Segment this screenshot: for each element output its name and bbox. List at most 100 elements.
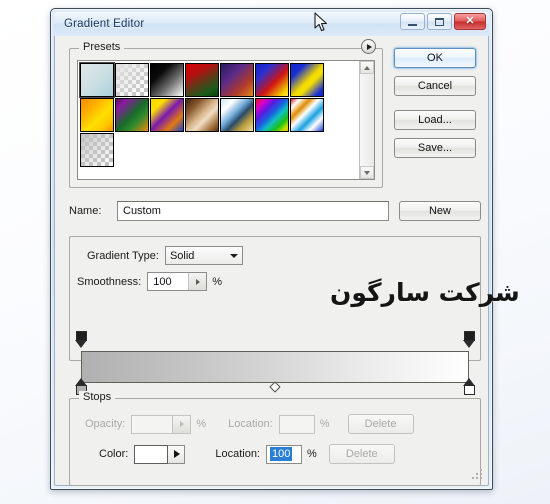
gradient-preview-strip[interactable]	[81, 351, 469, 383]
preset-swatch-fill	[81, 64, 113, 96]
preset-swatch-fill	[151, 99, 183, 131]
smoothness-stepper-arrow[interactable]	[188, 273, 207, 290]
opacity-stop-right[interactable]	[462, 331, 476, 348]
preset-swatch-copper[interactable]	[185, 98, 219, 132]
scroll-down-arrow-icon[interactable]	[360, 166, 374, 179]
dialog-client-area: Presets OK Cancel Load... Save... Name: …	[54, 36, 520, 486]
gradient-type-value: Solid	[169, 249, 195, 262]
opacity-location-field	[278, 414, 315, 434]
opacity-stop-row: Opacity: % Location: % Delete	[85, 414, 414, 434]
opacity-location-percent-label: %	[319, 418, 330, 430]
scroll-up-arrow-icon[interactable]	[360, 61, 374, 74]
color-stop-row: Color: Location: 100 % Delete	[99, 444, 395, 464]
name-label: Name:	[69, 205, 102, 217]
stops-frame	[69, 398, 481, 486]
preset-swatch-blue-red-yellow[interactable]	[255, 63, 289, 97]
preset-swatch-fill	[151, 64, 183, 96]
color-delete-button: Delete	[328, 444, 395, 464]
color-swatch[interactable]	[134, 444, 169, 464]
maximize-icon	[435, 17, 444, 26]
presets-list-box[interactable]	[77, 60, 375, 180]
chevron-down-icon	[229, 253, 238, 258]
gradient-preview-fill	[82, 352, 468, 382]
gradient-strip-area	[69, 331, 481, 395]
smoothness-label: Smoothness:	[77, 275, 142, 288]
preset-swatch-fill	[81, 99, 113, 131]
preset-swatch-fill	[256, 64, 288, 96]
preset-swatch-fill	[116, 64, 148, 96]
preset-swatch-fill	[116, 99, 148, 131]
preset-swatch-fill	[291, 64, 323, 96]
preset-swatch-grid	[78, 61, 359, 179]
color-stop-right[interactable]	[462, 378, 476, 395]
preset-swatch-spectrum[interactable]	[255, 98, 289, 132]
stop-handle-icon	[462, 331, 476, 348]
opacity-stepper-arrow	[172, 415, 191, 433]
preset-swatch-red-green[interactable]	[185, 63, 219, 97]
preset-swatch-transparent-stripes[interactable]	[80, 133, 114, 167]
color-label: Color:	[99, 448, 129, 460]
opacity-percent-label: %	[196, 418, 207, 430]
ok-button[interactable]: OK	[394, 48, 476, 68]
minimize-icon	[408, 23, 417, 26]
preset-swatch-fill	[186, 64, 218, 96]
close-button[interactable]: ✕	[454, 13, 486, 30]
preset-swatch-fill	[221, 64, 253, 96]
color-location-value: 100	[270, 447, 293, 461]
load-button[interactable]: Load...	[394, 110, 476, 130]
desktop-background: Gradient Editor ✕ Presets OK Cancel Load…	[0, 0, 550, 504]
minimize-button[interactable]	[400, 13, 425, 30]
window-title: Gradient Editor	[64, 18, 145, 30]
preset-swatch-orange-yellow-orange[interactable]	[80, 98, 114, 132]
preset-swatch-black-white[interactable]	[150, 63, 184, 97]
grip-dot	[472, 477, 474, 479]
preset-menu-arrow-icon[interactable]	[361, 39, 376, 54]
gradient-editor-window: Gradient Editor ✕ Presets OK Cancel Load…	[50, 8, 520, 490]
presets-legend: Presets	[79, 41, 125, 53]
gradient-midpoint-marker[interactable]	[269, 381, 281, 393]
preset-swatch-violet-green-orange[interactable]	[115, 98, 149, 132]
grip-dot	[480, 469, 482, 471]
color-dropdown-arrow-icon[interactable]	[168, 444, 186, 464]
preset-swatch-fill	[256, 99, 288, 131]
opacity-location-label: Location:	[228, 418, 273, 430]
color-location-label: Location:	[215, 448, 260, 460]
preset-swatch-fill	[81, 134, 113, 166]
grip-dot	[476, 473, 478, 475]
stops-group: Stops Opacity: % Location: % Delete Colo…	[69, 391, 481, 486]
resize-grip[interactable]	[472, 469, 484, 481]
preset-swatch-chrome[interactable]	[220, 98, 254, 132]
opacity-stop-left[interactable]	[74, 331, 88, 348]
preset-swatch-foreground-to-transparent[interactable]	[115, 63, 149, 97]
cancel-button[interactable]: Cancel	[394, 76, 476, 96]
grip-dot	[480, 473, 482, 475]
close-icon: ✕	[465, 15, 475, 27]
gradient-type-label: Gradient Type:	[87, 249, 159, 262]
preset-swatch-transparent-rainbow[interactable]	[290, 98, 324, 132]
maximize-button[interactable]	[427, 13, 452, 30]
preset-swatch-violet-orange[interactable]	[220, 63, 254, 97]
color-location-percent-label: %	[307, 448, 317, 460]
new-button[interactable]: New	[399, 201, 481, 221]
smoothness-input[interactable]	[148, 273, 189, 290]
opacity-label: Opacity:	[85, 418, 126, 430]
smoothness-spinner[interactable]	[147, 272, 208, 291]
grip-dot	[476, 477, 478, 479]
color-location-field[interactable]: 100	[266, 444, 302, 464]
stops-legend: Stops	[79, 391, 116, 403]
name-row: Name: New	[69, 201, 481, 221]
gradient-type-dropdown[interactable]: Solid	[164, 246, 243, 265]
opacity-spinner	[131, 414, 192, 434]
preset-swatch-foreground-to-background[interactable]	[79, 62, 115, 98]
window-title-bar[interactable]: Gradient Editor ✕	[54, 12, 489, 36]
presets-scrollbar[interactable]	[359, 61, 374, 179]
presets-group: Presets	[69, 39, 383, 188]
preset-swatch-fill	[221, 99, 253, 131]
grip-dot	[480, 477, 482, 479]
save-button[interactable]: Save...	[394, 138, 476, 158]
preset-swatch-yellow-violet-orange-blue[interactable]	[150, 98, 184, 132]
preset-swatch-blue-yellow-blue[interactable]	[290, 63, 324, 97]
gradient-name-input[interactable]	[117, 201, 389, 221]
stop-handle-icon	[462, 378, 476, 395]
smoothness-percent-label: %	[212, 275, 222, 288]
